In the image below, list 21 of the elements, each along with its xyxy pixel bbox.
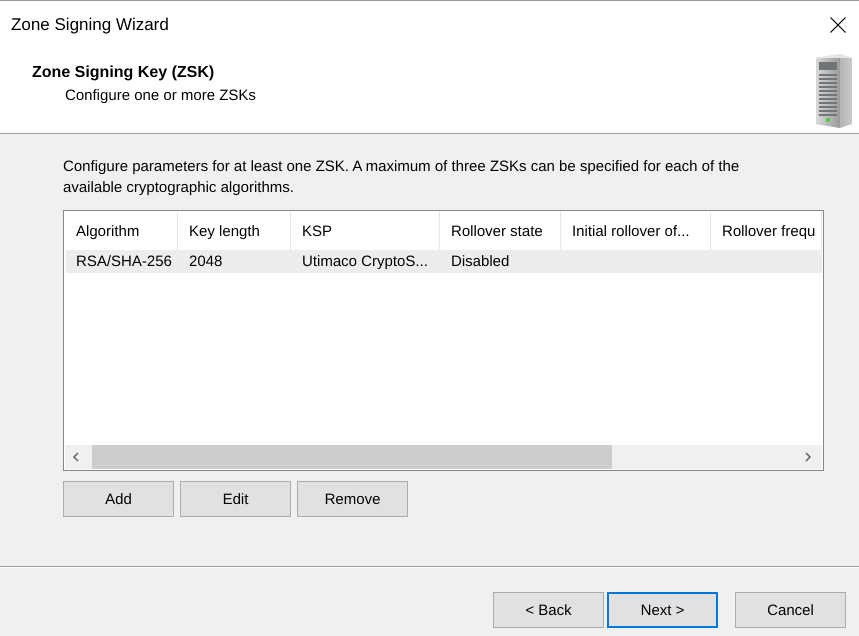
list-action-button[interactable]: Remove [297,481,408,517]
table-cell-text: Utimaco CryptoS... [301,252,429,272]
wizard-button[interactable]: Next > [607,592,718,628]
list-action-button[interactable]: Edit [180,481,291,517]
page-subtitle: Configure one or more ZSKs [65,86,256,106]
page-title: Zone Signing Key (ZSK) [32,63,216,83]
table-cell-text: 2048 [188,252,224,272]
instructions-text: Configure parameters for at least one ZSK. A maximum of three ZSKs can be specified for each of the available cryptographic algorithms. [63,157,740,198]
server-icon [816,54,852,128]
close-icon[interactable] [830,16,846,32]
scrollbar-track[interactable] [65,445,822,469]
wizard-button[interactable]: < Back [493,592,604,628]
chevron-right-icon[interactable] [805,452,812,462]
table-row[interactable]: RSA/SHA-256 2048 Utimaco CryptoS... Disabled [66,250,822,273]
window-title: Zone Signing Wizard [11,14,169,34]
list-action-button[interactable]: Add [63,481,174,517]
scrollbar-thumb[interactable] [92,445,612,469]
wizard-button[interactable]: Cancel [735,592,846,628]
table-cell-text: RSA/SHA-256 [75,252,173,272]
table-cell-text: Disabled [450,252,510,272]
chevron-left-icon[interactable] [72,452,79,462]
